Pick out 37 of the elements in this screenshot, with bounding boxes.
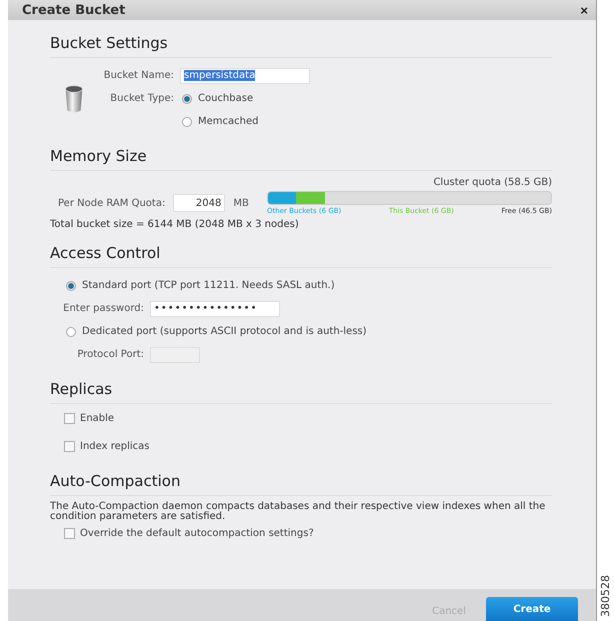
close-button[interactable]: × — [580, 2, 588, 18]
checkbox-label: Override the default autocompaction settings? — [80, 528, 314, 539]
radio-label: Memcached — [198, 116, 258, 127]
checkbox[interactable] — [64, 412, 75, 424]
field-label: Enter password: — [62, 303, 144, 314]
bucket-name-field[interactable]: smpersistdata — [180, 68, 310, 84]
bucket-icon — [64, 84, 84, 114]
checkbox-label: Index replicas — [80, 440, 150, 452]
radio-button[interactable] — [66, 326, 76, 336]
checkbox-label: Enable — [80, 412, 114, 424]
ram-quota-field[interactable]: 2048 — [173, 194, 226, 212]
section-heading: Auto-Compaction — [50, 472, 552, 496]
window-title: Create Bucket — [22, 2, 126, 18]
section-heading: Bucket Settings — [50, 34, 552, 58]
password-field[interactable]: ••••••••••••••• — [150, 300, 280, 316]
description-text: The Auto-Compaction daemon compacts databases and their respective view indexes when all the condition parameters are satisfied. — [50, 502, 546, 522]
radio-button[interactable] — [66, 280, 76, 290]
field-label: Per Node RAM Quota: — [58, 198, 166, 208]
radio-button[interactable] — [182, 116, 192, 126]
radio-label: Standard port (TCP port 11211. Needs SASL auth.) — [82, 280, 335, 291]
selected-text: smpersistdata — [184, 70, 256, 81]
unit-label: MB — [233, 198, 249, 208]
section-heading: Memory Size — [50, 147, 552, 171]
radio-label: Couchbase — [198, 93, 254, 104]
field-label: Bucket Name: — [102, 70, 174, 81]
radio-label: Dedicated port (supports ASCII protocol and is auth-less) — [82, 326, 367, 337]
section-heading: Replicas — [50, 380, 552, 404]
section-heading: Access Control — [50, 244, 552, 268]
cluster-quota-label: Cluster quota (58.5 GB) — [432, 177, 552, 188]
checkbox[interactable] — [64, 528, 75, 539]
total-size-text: Total bucket size = 6144 MB (2048 MB x 3 nodes) — [50, 219, 300, 230]
field-label: Protocol Port: — [76, 349, 144, 360]
checkbox[interactable] — [64, 440, 75, 452]
create-button[interactable]: Create — [486, 597, 578, 621]
radio-button[interactable] — [182, 94, 192, 104]
field-label: Bucket Type: — [109, 93, 174, 104]
figure-number: 380528 — [600, 575, 612, 617]
